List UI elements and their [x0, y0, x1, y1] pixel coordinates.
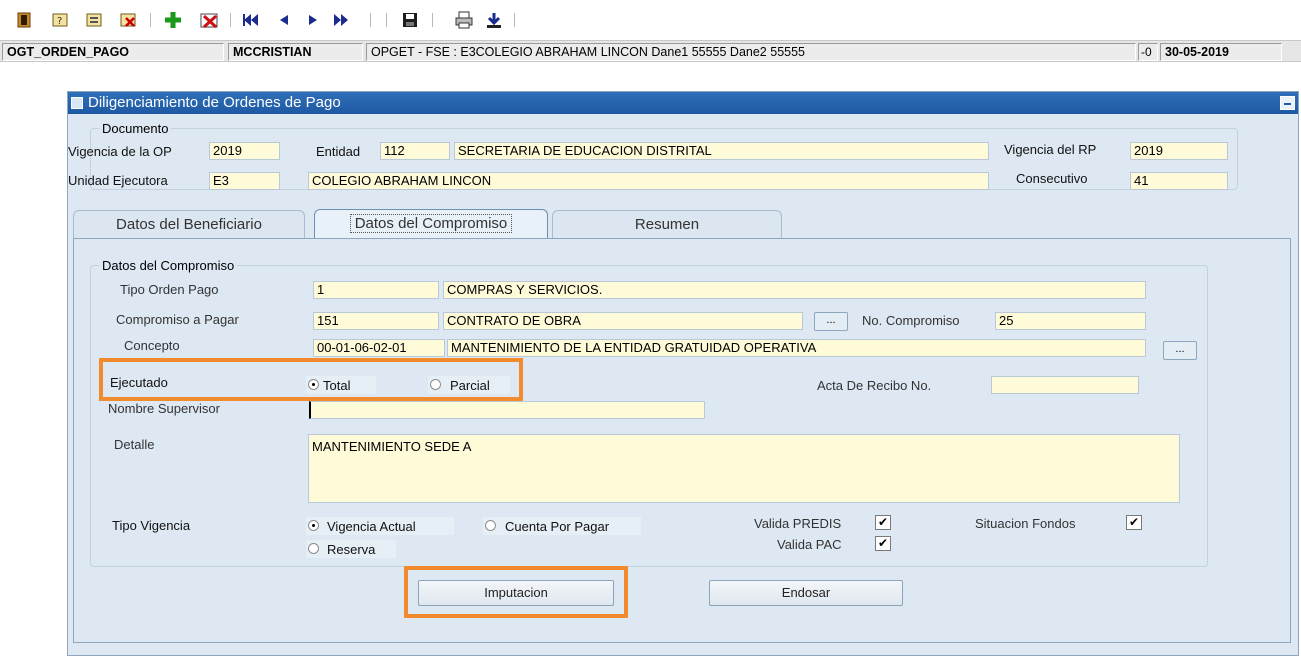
download-icon[interactable] [484, 10, 504, 30]
valida-predis-label: Valida PREDIS [754, 516, 842, 531]
consecutivo-field[interactable]: 41 [1130, 172, 1228, 190]
window-icon [71, 97, 83, 109]
context-info: OPGET - FSE : E3COLEGIO ABRAHAM LINCON D… [366, 43, 1136, 61]
next-record-icon[interactable] [302, 10, 322, 30]
no-compromiso-label: No. Compromiso [862, 313, 960, 328]
radio-reserva-label: Reserva [327, 542, 376, 557]
tab-resumen[interactable]: Resumen [552, 210, 782, 240]
insert-record-icon[interactable] [163, 10, 183, 30]
radio-vigencia-actual[interactable]: Vigencia Actual [306, 517, 454, 535]
valida-predis-checkbox[interactable]: ✔ [875, 515, 891, 530]
tab-compromiso-label: Datos del Compromiso [349, 214, 513, 233]
radio-vigencia-actual-dot [308, 520, 319, 531]
tab-compromiso[interactable]: Datos del Compromiso [314, 209, 548, 239]
enter-query-icon[interactable] [84, 10, 104, 30]
last-record-icon[interactable] [330, 10, 350, 30]
tipo-vigencia-label: Tipo Vigencia [112, 518, 191, 533]
unidad-label: Unidad Ejecutora [68, 173, 168, 188]
status-bar: OGT_ORDEN_PAGO MCCRISTIAN OPGET - FSE : … [0, 40, 1301, 62]
endosar-button[interactable]: Endosar [709, 580, 903, 606]
valida-pac-checkbox[interactable]: ✔ [875, 536, 891, 551]
supervisor-label: Nombre Supervisor [108, 401, 220, 416]
svg-text:?: ? [57, 16, 62, 27]
minimize-button[interactable] [1280, 96, 1295, 110]
radio-total-dot [308, 379, 319, 390]
form-window: Diligenciamiento de Ordenes de Pago Docu… [67, 91, 1299, 656]
vigencia-rp-field[interactable]: 2019 [1130, 142, 1228, 160]
tipo-orden-name-field[interactable]: COMPRAS Y SERVICIOS. [443, 281, 1146, 299]
radio-total-label: Total [323, 378, 351, 393]
compromiso-pagar-label: Compromiso a Pagar [116, 312, 239, 327]
user-name: MCCRISTIAN [228, 43, 363, 61]
tipo-orden-code-field[interactable]: 1 [313, 281, 439, 299]
first-record-icon[interactable] [242, 10, 262, 30]
concepto-name-field[interactable]: MANTENIMIENTO DE LA ENTIDAD GRATUIDAD OP… [447, 339, 1146, 357]
compromiso-name-field[interactable]: CONTRATO DE OBRA [443, 312, 803, 330]
window-title: Diligenciamiento de Ordenes de Pago [88, 94, 341, 111]
concepto-label: Concepto [124, 338, 180, 353]
situacion-fondos-checkbox[interactable]: ✔ [1126, 515, 1142, 530]
delete-record-icon[interactable] [200, 10, 220, 30]
detalle-field[interactable]: MANTENIMIENTO SEDE A [308, 434, 1180, 503]
radio-cuenta-label: Cuenta Por Pagar [505, 519, 610, 534]
print-icon[interactable] [454, 10, 474, 30]
form-name: OGT_ORDEN_PAGO [2, 43, 224, 61]
radio-cuenta-dot [485, 520, 496, 531]
unidad-name-field[interactable]: COLEGIO ABRAHAM LINCON [308, 172, 989, 190]
concepto-code-field[interactable]: 00-01-06-02-01 [313, 339, 445, 357]
documento-legend: Documento [99, 121, 172, 136]
imputacion-button[interactable]: Imputacion [418, 580, 614, 606]
save-icon[interactable] [400, 10, 420, 30]
vigencia-op-label: Vigencia de la OP [68, 144, 172, 159]
entidad-name-field[interactable]: SECRETARIA DE EDUCACION DISTRITAL [454, 142, 989, 160]
radio-vigencia-actual-label: Vigencia Actual [327, 519, 416, 534]
radio-cuenta-por-pagar[interactable]: Cuenta Por Pagar [483, 517, 641, 535]
previous-record-icon[interactable] [275, 10, 295, 30]
tab-resumen-label: Resumen [634, 216, 700, 233]
compromiso-lov-button[interactable]: ... [814, 312, 848, 331]
detalle-label: Detalle [114, 437, 155, 452]
radio-reserva[interactable]: Reserva [306, 540, 396, 558]
radio-parcial[interactable]: Parcial [428, 376, 510, 394]
radio-reserva-dot [308, 543, 319, 554]
exit-icon[interactable] [14, 10, 34, 30]
window-titlebar: Diligenciamiento de Ordenes de Pago [68, 92, 1298, 114]
concepto-lov-button[interactable]: ... [1163, 341, 1197, 360]
vigencia-rp-label: Vigencia del RP [1004, 142, 1097, 157]
situacion-fondos-label: Situacion Fondos [975, 516, 1076, 531]
cancel-query-icon[interactable] [118, 10, 138, 30]
consecutivo-label: Consecutivo [1016, 171, 1088, 186]
entidad-code-field[interactable]: 112 [380, 142, 450, 160]
radio-total[interactable]: Total [306, 376, 376, 394]
unidad-code-field[interactable]: E3 [209, 172, 280, 190]
valida-pac-label: Valida PAC [777, 537, 842, 552]
radio-parcial-dot [430, 379, 441, 390]
acta-label: Acta De Recibo No. [817, 378, 932, 393]
tab-beneficiario-label: Datos del Beneficiario [116, 216, 262, 233]
tab-beneficiario[interactable]: Datos del Beneficiario [73, 210, 305, 240]
minimize-icon [1284, 103, 1291, 105]
toolbar: ? [0, 0, 1301, 38]
query-icon[interactable]: ? [50, 10, 70, 30]
radio-parcial-label: Parcial [450, 378, 490, 393]
tipo-orden-label: Tipo Orden Pago [120, 282, 219, 297]
status-code: -0 [1138, 43, 1158, 61]
no-compromiso-field[interactable]: 25 [995, 312, 1146, 330]
entidad-label: Entidad [316, 144, 361, 159]
acta-field[interactable] [991, 376, 1139, 394]
ejecutado-label: Ejecutado [110, 375, 168, 390]
compromiso-code-field[interactable]: 151 [313, 312, 439, 330]
supervisor-field[interactable] [309, 401, 705, 419]
vigencia-op-field[interactable]: 2019 [209, 142, 280, 160]
compromiso-legend: Datos del Compromiso [99, 258, 238, 273]
status-date: 30-05-2019 [1160, 43, 1282, 61]
